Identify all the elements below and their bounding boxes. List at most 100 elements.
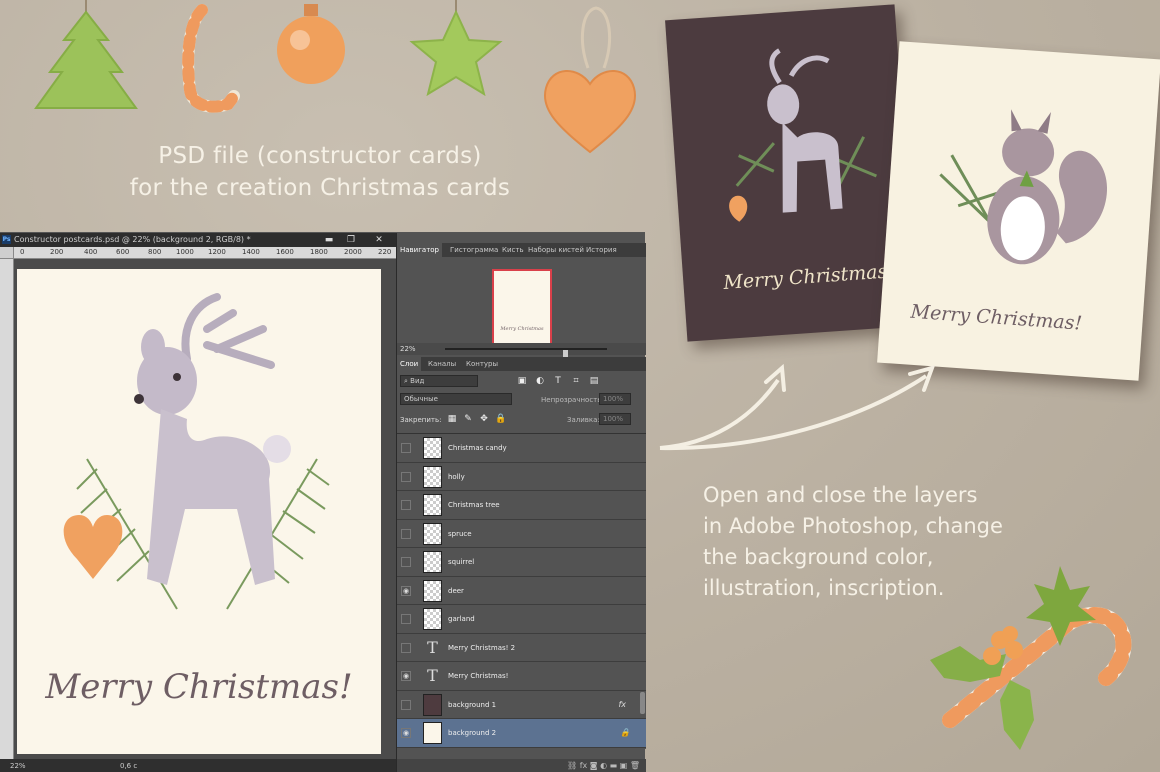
fill-input[interactable]: 100% [599, 413, 631, 425]
layer-name: Merry Christmas! [448, 672, 509, 680]
status-zoom[interactable]: 22% [10, 759, 26, 772]
tab-history[interactable]: История [583, 243, 620, 257]
layer-row-selected[interactable]: ◉ background 2 🔒 [397, 719, 646, 748]
restore-button[interactable]: ❐ [340, 233, 362, 247]
filter-adjustment-icon[interactable]: ◐ [535, 376, 545, 386]
layer-name: squirrel [448, 558, 475, 566]
tab-histogram[interactable]: Гистограмма [447, 243, 501, 257]
ruler-tick: 600 [116, 248, 130, 256]
filter-shape-icon[interactable]: ⌗ [571, 376, 581, 386]
zoom-slider-handle[interactable] [563, 350, 568, 357]
layers-tabbar: Слои Каналы Контуры [397, 357, 646, 371]
layer-name: garland [448, 615, 475, 623]
eye-icon[interactable]: ◉ [401, 585, 411, 596]
layer-row[interactable]: ◉ deer [397, 576, 646, 605]
navigator-tabbar: Навигатор Гистограмма Кисть Наборы кисте… [397, 243, 646, 257]
layer-name: deer [448, 586, 464, 595]
layer-thumbnail [423, 551, 442, 573]
layer-name: Christmas candy [448, 444, 507, 452]
layers-toolbar: ⌕ Вид ▣ ◐ T ⌗ ▤ Обычные Непрозрачность: … [397, 371, 646, 433]
layer-filter-select[interactable]: ⌕ Вид [400, 375, 478, 387]
visibility-toggle[interactable] [401, 443, 411, 453]
opacity-label: Непрозрачность: [541, 396, 604, 404]
headline: PSD file (constructor cards) for the cre… [95, 140, 545, 204]
ruler-tick: 1600 [276, 248, 294, 256]
photoshop-logo-icon: Ps [2, 235, 11, 244]
eye-icon[interactable]: ◉ [401, 728, 411, 738]
navigator-thumbnail[interactable]: Merry Christmas [492, 269, 552, 347]
layer-thumbnail [423, 722, 442, 744]
layer-row[interactable]: T Merry Christmas! 2 [397, 633, 646, 662]
layer-row[interactable]: Christmas tree [397, 491, 646, 520]
eye-icon[interactable]: ◉ [401, 671, 411, 681]
tab-navigator[interactable]: Навигатор [397, 243, 442, 257]
layer-row[interactable]: squirrel [397, 548, 646, 577]
layer-row[interactable]: ◉ T Merry Christmas! [397, 662, 646, 691]
lock-image-icon[interactable]: ✎ [463, 414, 473, 424]
photoshop-window: Ps Constructor postcards.psd @ 22% (back… [0, 232, 646, 772]
layer-thumbnail [423, 465, 442, 488]
filter-pixel-icon[interactable]: ▣ [517, 376, 527, 386]
blend-mode-select[interactable]: Обычные [400, 393, 512, 405]
status-timing: 0,6 c [120, 762, 138, 770]
tab-paths[interactable]: Контуры [463, 357, 501, 371]
layer-name: Christmas tree [448, 501, 500, 509]
ruler-tick: 800 [148, 248, 162, 256]
navigator-view[interactable]: Merry Christmas [397, 257, 646, 353]
document-canvas[interactable]: Merry Christmas! [17, 269, 381, 754]
layer-name: holly [448, 472, 465, 481]
visibility-toggle[interactable] [401, 614, 411, 624]
lock-label: Закрепить: [400, 416, 442, 424]
deer-illustration-icon [729, 48, 877, 222]
visibility-toggle[interactable] [401, 471, 411, 482]
layer-actions-icons[interactable]: ⛓ fx ◙ ◐ ▬ ▣ 🗑 [567, 761, 640, 770]
ruler-tick: 2000 [344, 248, 362, 256]
fill-label: Заливка: [567, 416, 600, 424]
layer-row[interactable]: garland [397, 605, 646, 634]
tab-brush[interactable]: Кисть [499, 243, 527, 257]
ruler-corner[interactable] [0, 247, 14, 259]
zoom-slider[interactable] [445, 348, 607, 357]
document-greeting-text: Merry Christmas! [45, 667, 353, 707]
layers-scrollbar[interactable] [640, 692, 645, 714]
star-ornament-icon [409, 0, 503, 97]
minimize-button[interactable]: ▬ [318, 233, 340, 247]
tab-layers[interactable]: Слои [397, 357, 422, 371]
visibility-toggle[interactable] [401, 642, 411, 653]
close-button[interactable]: ✕ [368, 233, 390, 247]
navigator-zoom-value[interactable]: 22% [400, 345, 416, 353]
layer-thumbnail [423, 579, 442, 602]
lock-all-icon[interactable]: 🔒 [495, 414, 506, 424]
layer-row[interactable]: holly [397, 462, 646, 491]
lock-position-icon[interactable]: ✥ [479, 414, 489, 424]
visibility-toggle[interactable] [401, 528, 411, 539]
visibility-toggle[interactable] [401, 500, 411, 510]
card-light-text: Merry Christmas! [909, 300, 1083, 335]
arrows-decoration [659, 363, 936, 451]
opacity-input[interactable]: 100% [599, 393, 631, 405]
layer-thumbnail [423, 494, 442, 516]
ruler-tick: 200 [50, 248, 64, 256]
fx-icon[interactable]: fx [618, 691, 626, 719]
tab-channels[interactable]: Каналы [425, 357, 459, 371]
text-layer-icon: T [427, 637, 438, 657]
card-dark-preview: Merry Christmas [665, 4, 917, 342]
layer-row[interactable]: background 1 fx [397, 690, 646, 719]
ruler-tick: 0 [20, 248, 25, 256]
tab-brush-presets[interactable]: Наборы кистей [525, 243, 587, 257]
visibility-toggle[interactable] [401, 557, 411, 567]
layer-thumbnail [423, 693, 442, 716]
canvas-area[interactable]: Merry Christmas! [14, 259, 396, 759]
lock-transparent-icon[interactable]: ▦ [447, 414, 457, 424]
visibility-toggle[interactable] [401, 699, 411, 710]
layer-thumbnail [423, 437, 442, 459]
ruler-horizontal[interactable]: 0 200 400 600 800 1000 1200 1400 1600 18… [14, 247, 396, 259]
filter-type-icon[interactable]: T [553, 376, 563, 386]
text-layer-icon: T [427, 666, 438, 685]
description-line-2: in Adobe Photoshop, change [703, 514, 1003, 538]
filter-smart-icon[interactable]: ▤ [589, 376, 599, 386]
ruler-vertical[interactable] [0, 259, 14, 759]
status-bar: 22% 0,6 c [0, 759, 396, 772]
layer-row[interactable]: spruce [397, 519, 646, 548]
layer-row[interactable]: Christmas candy [397, 434, 646, 463]
